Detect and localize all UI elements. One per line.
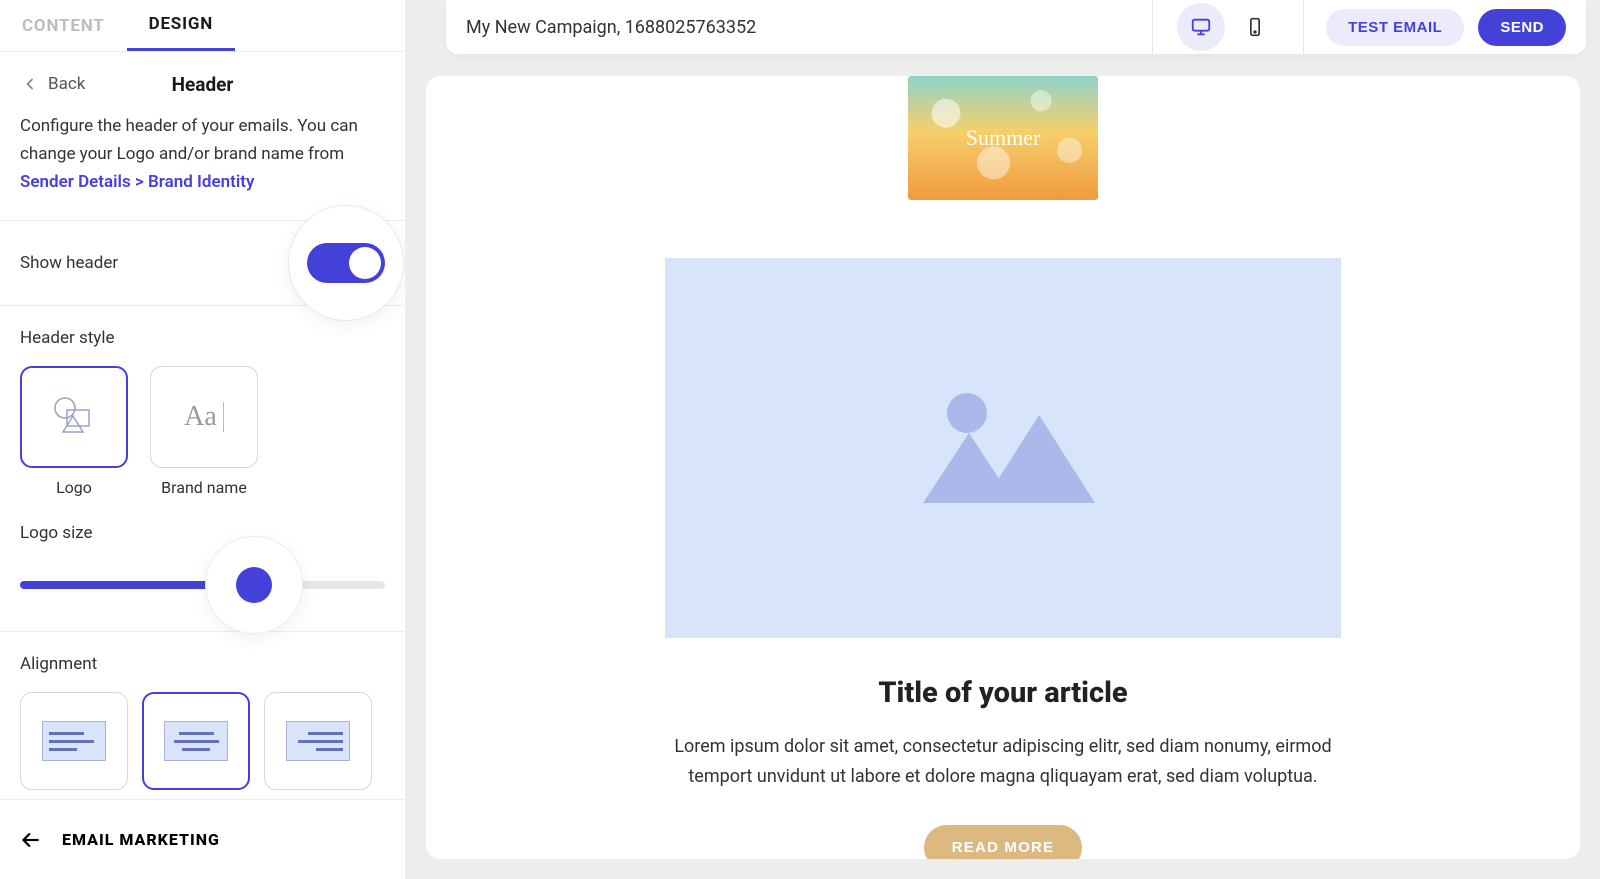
design-sidebar: CONTENT DESIGN Back Header Configure the…	[0, 0, 406, 879]
header-style-brandname-label: Brand name	[161, 478, 247, 497]
email-article-body[interactable]: Lorem ipsum dolor sit amet, consectetur …	[643, 732, 1363, 791]
alignment-left[interactable]	[20, 692, 128, 790]
main-area: My New Campaign, 1688025763352 TEST EMAI…	[406, 0, 1600, 879]
logo-shapes-icon	[47, 390, 101, 444]
send-button[interactable]: SEND	[1478, 9, 1566, 46]
text-cursor-icon	[223, 402, 224, 432]
email-logo-image[interactable]: Summer	[908, 76, 1098, 200]
panel-description: Configure the header of your emails. You…	[0, 104, 405, 221]
logo-size-slider[interactable]	[20, 561, 385, 609]
alignment-title: Alignment	[20, 654, 385, 674]
show-header-toggle[interactable]	[307, 243, 385, 283]
email-logo-text: Summer	[966, 125, 1041, 151]
tab-design[interactable]: DESIGN	[127, 0, 235, 51]
arrow-left-icon	[20, 74, 40, 94]
email-canvas[interactable]: Summer Title of your article Lorem ipsum…	[426, 76, 1580, 859]
smartphone-icon	[1245, 17, 1265, 37]
device-desktop-button[interactable]	[1177, 3, 1225, 51]
sidebar-footer-label: EMAIL MARKETING	[62, 830, 220, 849]
email-read-more-button[interactable]: READ MORE	[924, 825, 1082, 859]
header-style-logo[interactable]	[20, 366, 128, 468]
sidebar-footer[interactable]: EMAIL MARKETING	[0, 799, 405, 879]
panel-desc-text: Configure the header of your emails. You…	[20, 116, 358, 164]
device-mobile-button[interactable]	[1231, 3, 1279, 51]
show-header-label: Show header	[20, 253, 118, 273]
header-style-logo-label: Logo	[56, 478, 92, 497]
panel-title: Header	[172, 73, 234, 96]
campaign-title[interactable]: My New Campaign, 1688025763352	[466, 17, 1152, 38]
text-aa-icon: Aa	[184, 401, 217, 433]
topbar: My New Campaign, 1688025763352 TEST EMAI…	[446, 0, 1586, 54]
header-style-brandname[interactable]: Aa	[150, 366, 258, 468]
arrow-left-icon	[18, 827, 44, 853]
back-button[interactable]: Back	[20, 74, 85, 94]
back-label: Back	[48, 74, 85, 94]
email-article-title[interactable]: Title of your article	[878, 676, 1127, 710]
monitor-icon	[1190, 16, 1212, 38]
brand-identity-link[interactable]: Sender Details > Brand Identity	[20, 172, 254, 192]
sidebar-tabs: CONTENT DESIGN	[0, 0, 405, 52]
alignment-center[interactable]	[142, 692, 250, 790]
tab-content[interactable]: CONTENT	[0, 0, 127, 51]
email-hero-placeholder[interactable]	[665, 258, 1341, 638]
logo-size-title: Logo size	[20, 523, 385, 543]
image-placeholder-icon	[923, 393, 1083, 503]
slider-thumb[interactable]	[236, 567, 272, 603]
test-email-button[interactable]: TEST EMAIL	[1326, 9, 1464, 46]
alignment-right[interactable]	[264, 692, 372, 790]
device-toggle-group	[1152, 0, 1304, 54]
header-style-title: Header style	[20, 328, 385, 348]
